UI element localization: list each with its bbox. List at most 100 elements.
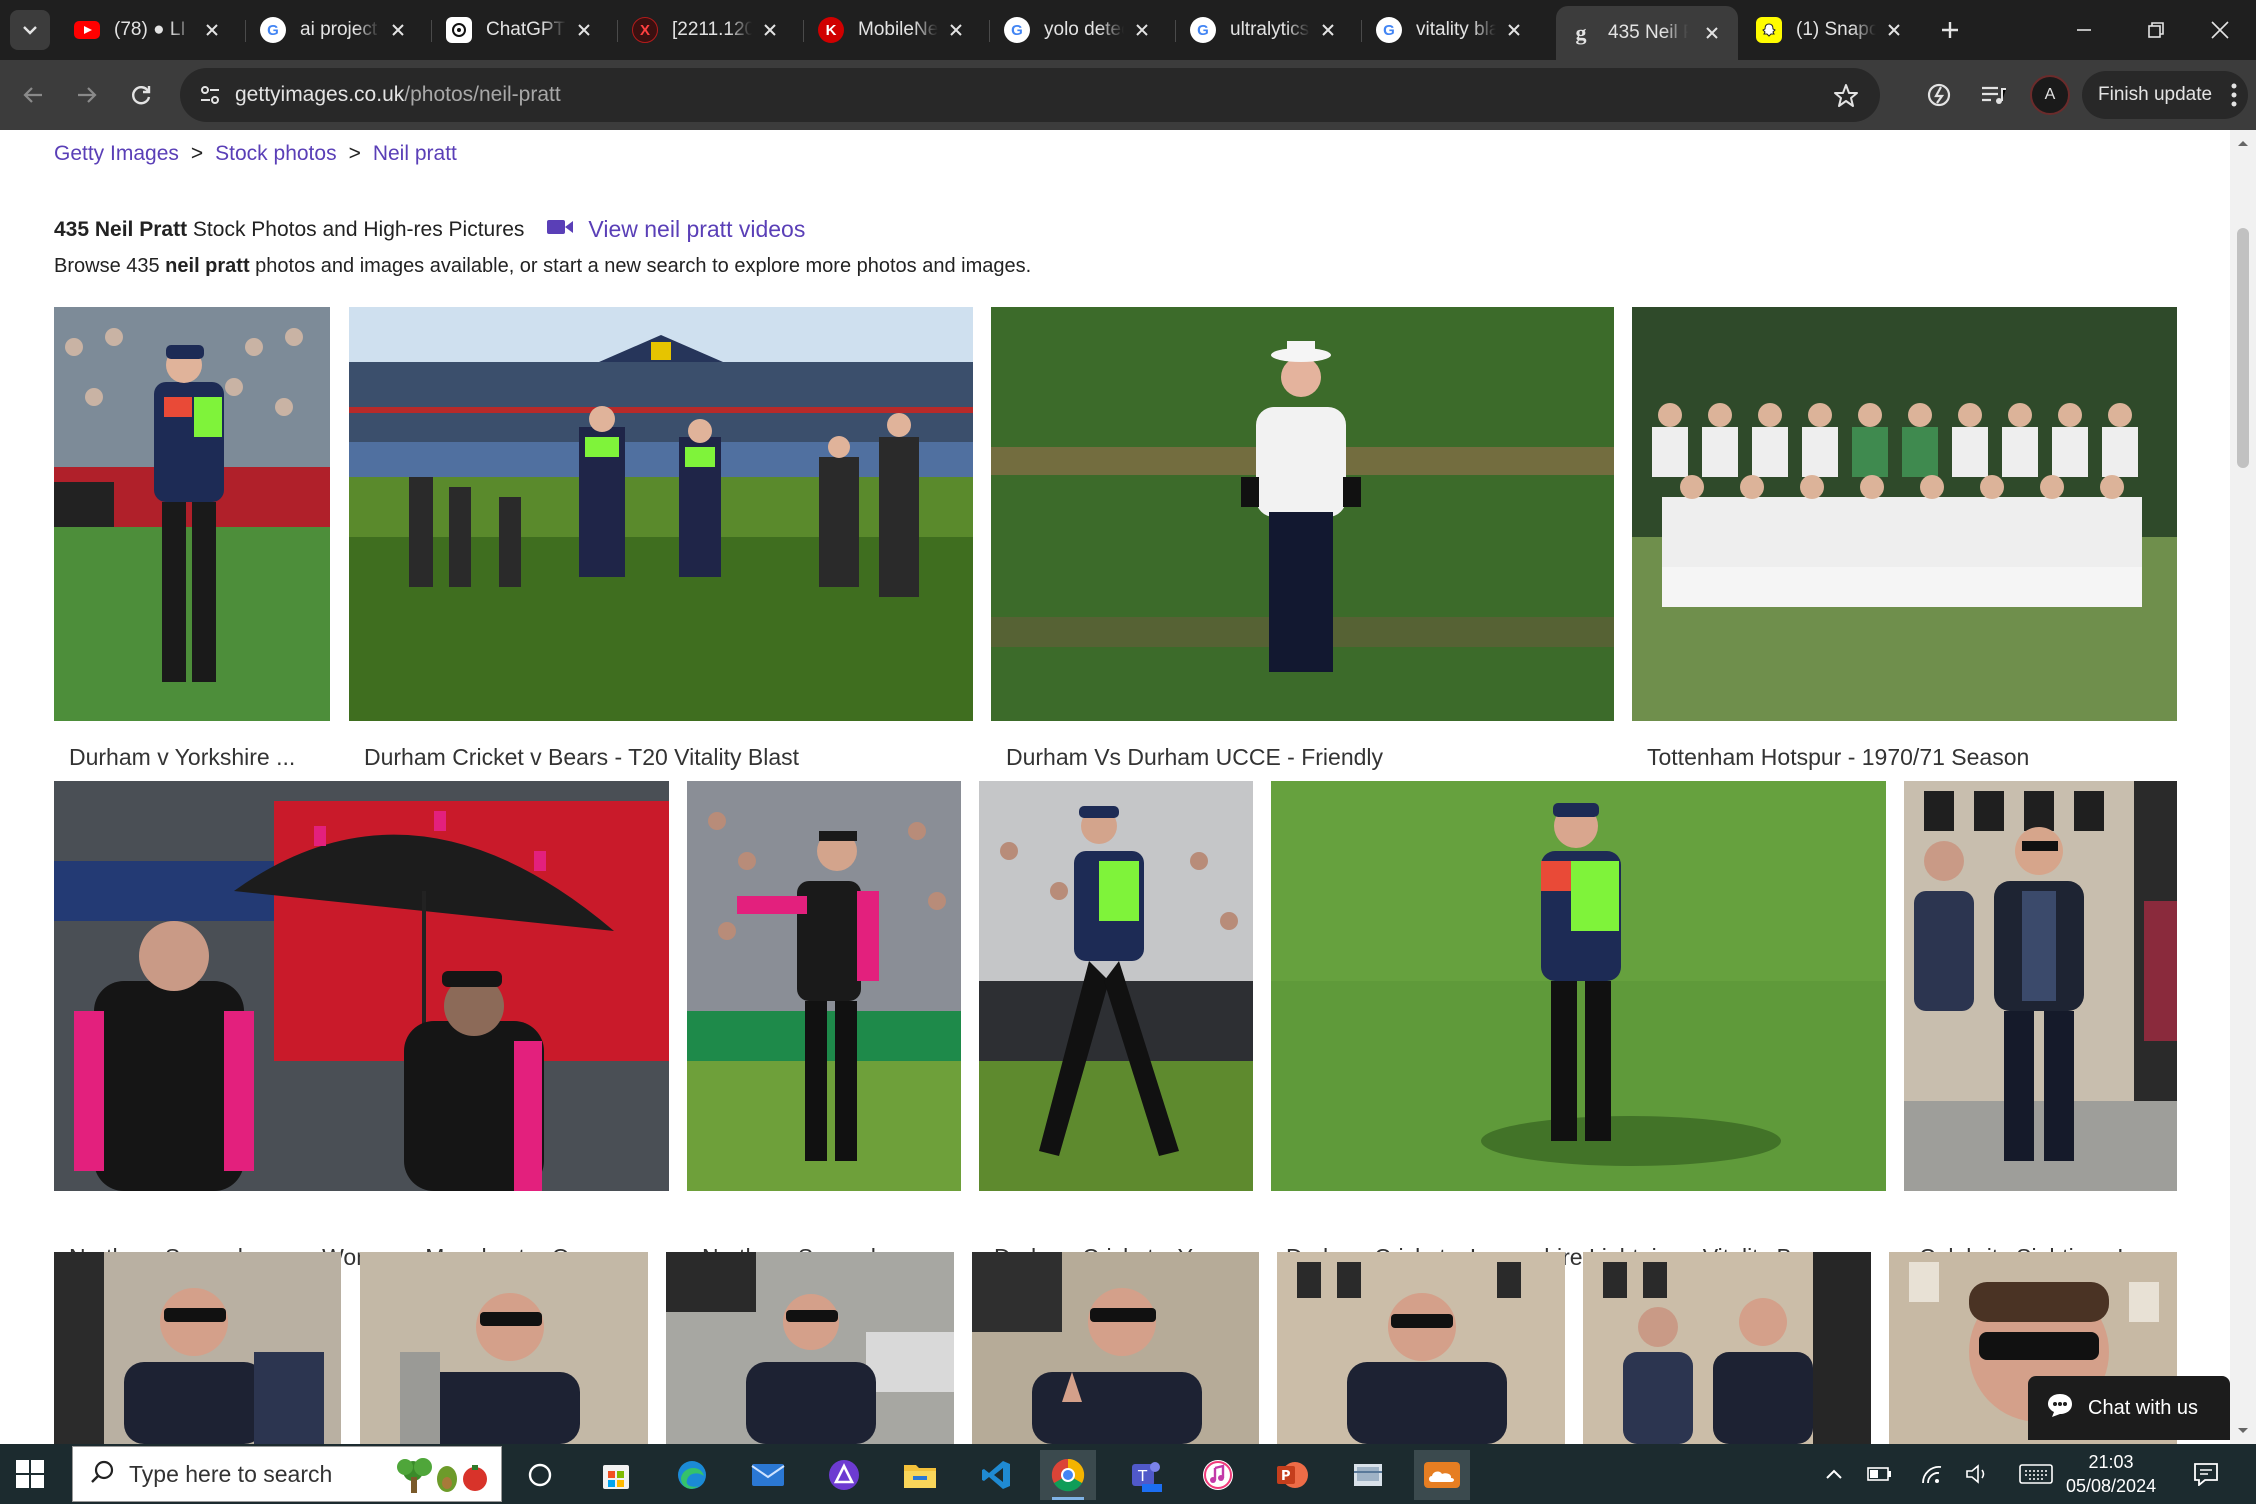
close-icon[interactable]: [1130, 18, 1154, 42]
profile-avatar[interactable]: A: [2030, 75, 2070, 115]
result-card[interactable]: Durham Cricket v Y...: [979, 781, 1253, 1270]
result-image[interactable]: [972, 1252, 1259, 1444]
back-button[interactable]: [12, 74, 54, 116]
media-controls-icon[interactable]: [1974, 76, 2012, 114]
address-bar[interactable]: gettyimages.co.uk/photos/neil-pratt: [180, 68, 1880, 122]
taskbar-chrome[interactable]: [1040, 1450, 1096, 1500]
minimize-button[interactable]: [2048, 0, 2120, 60]
result-card[interactable]: Northern Superchar...: [687, 781, 961, 1270]
chat-with-us-button[interactable]: Chat with us: [2028, 1376, 2230, 1440]
close-icon[interactable]: [386, 18, 410, 42]
volume-icon[interactable]: [1964, 1460, 1992, 1488]
breadcrumb-getty-images[interactable]: Getty Images: [54, 142, 179, 165]
new-tab-button[interactable]: [1932, 12, 1968, 48]
battery-icon[interactable]: [1866, 1460, 1894, 1488]
result-image[interactable]: [1277, 1252, 1565, 1444]
site-info-icon[interactable]: [192, 77, 228, 113]
close-icon[interactable]: [1882, 18, 1906, 42]
tab-mobilenet[interactable]: K MobileNe: [806, 10, 982, 50]
tab-chatgpt[interactable]: ChatGPT: [434, 10, 610, 50]
keyboard-icon[interactable]: [2018, 1460, 2054, 1488]
taskbar-file-explorer[interactable]: [892, 1450, 948, 1500]
tab-gettyimages-active[interactable]: g 435 Neil P: [1556, 6, 1738, 60]
notification-center-icon[interactable]: [2190, 1458, 2222, 1490]
taskbar-powerpoint[interactable]: P: [1264, 1450, 1320, 1500]
taskbar-vscode[interactable]: [968, 1450, 1024, 1500]
tab-search-button[interactable]: [10, 10, 50, 50]
result-caption[interactable]: Durham Vs Durham UCCE - Friendly: [1006, 744, 1383, 771]
result-image[interactable]: [687, 781, 961, 1191]
result-card[interactable]: [1583, 1252, 1871, 1444]
extension-icon[interactable]: [1920, 76, 1958, 114]
forward-button[interactable]: [66, 74, 108, 116]
result-card[interactable]: Durham Vs Durham UCCE - Friendly: [991, 307, 1614, 770]
start-button[interactable]: [14, 1458, 46, 1490]
taskbar-search-box[interactable]: Type here to search: [72, 1446, 502, 1502]
tab-ultralytics[interactable]: G ultralytics: [1178, 10, 1354, 50]
scroll-up-arrow-icon[interactable]: [2236, 136, 2250, 150]
result-card[interactable]: Durham Cricket v Lancashire Lightning - …: [1271, 781, 1886, 1270]
wifi-icon[interactable]: [1918, 1460, 1946, 1488]
taskbar-teams[interactable]: T: [1116, 1450, 1172, 1500]
tab-yolo[interactable]: G yolo detec: [992, 10, 1168, 50]
tab-ai-project[interactable]: G ai project: [248, 10, 424, 50]
breadcrumb-stock-photos[interactable]: Stock photos: [215, 142, 336, 165]
result-image[interactable]: [1271, 781, 1886, 1191]
page-scrollbar[interactable]: [2230, 130, 2256, 1444]
close-icon[interactable]: [200, 18, 224, 42]
taskbar-scanner[interactable]: [1340, 1450, 1396, 1500]
close-window-button[interactable]: [2184, 0, 2256, 60]
reload-button[interactable]: [120, 74, 162, 116]
result-card[interactable]: [666, 1252, 954, 1444]
cortana-button[interactable]: [512, 1450, 568, 1500]
tab-youtube[interactable]: (78) ● LI: [62, 10, 238, 50]
close-icon[interactable]: [1502, 18, 1526, 42]
result-card[interactable]: [972, 1252, 1259, 1444]
result-card[interactable]: Northern Superchargers Women v Mancheste…: [54, 781, 669, 1270]
tray-chevron-up-icon[interactable]: [1820, 1460, 1848, 1488]
taskbar-itunes[interactable]: [1190, 1450, 1246, 1500]
result-card[interactable]: [360, 1252, 648, 1444]
close-icon[interactable]: [944, 18, 968, 42]
close-icon[interactable]: [1700, 21, 1724, 45]
result-image[interactable]: [1904, 781, 2177, 1191]
restore-button[interactable]: [2120, 0, 2192, 60]
result-card[interactable]: Durham Cricket v Bears - T20 Vitality Bl…: [349, 307, 973, 770]
result-caption[interactable]: Tottenham Hotspur - 1970/71 Season: [1647, 744, 2029, 771]
result-image[interactable]: [349, 307, 973, 721]
result-image[interactable]: [666, 1252, 954, 1444]
taskbar-app[interactable]: [816, 1450, 872, 1500]
close-icon[interactable]: [1316, 18, 1340, 42]
taskbar-onedrive[interactable]: [1414, 1450, 1470, 1500]
taskbar-mail[interactable]: [740, 1450, 796, 1500]
tab-vitality[interactable]: G vitality bla: [1364, 10, 1540, 50]
result-card[interactable]: Tottenham Hotspur - 1970/71 Season: [1632, 307, 2177, 770]
taskbar-store[interactable]: [588, 1450, 644, 1500]
result-image[interactable]: [1583, 1252, 1871, 1444]
bookmark-star-icon[interactable]: [1830, 80, 1862, 112]
taskbar-edge[interactable]: [664, 1450, 720, 1500]
close-icon[interactable]: [572, 18, 596, 42]
system-clock[interactable]: 21:03 05/08/2024: [2066, 1450, 2156, 1498]
breadcrumb-neil-pratt[interactable]: Neil pratt: [373, 142, 457, 165]
result-card[interactable]: Celebrity Sightings I...: [1904, 781, 2177, 1270]
tab-snapchat[interactable]: (1) Snapcl: [1744, 10, 1920, 50]
result-image[interactable]: [54, 307, 330, 721]
result-image[interactable]: [1632, 307, 2177, 721]
result-image[interactable]: [54, 781, 669, 1191]
result-caption[interactable]: Durham Cricket v Bears - T20 Vitality Bl…: [364, 744, 799, 771]
result-card[interactable]: [54, 1252, 341, 1444]
result-card[interactable]: [1277, 1252, 1565, 1444]
result-image[interactable]: [360, 1252, 648, 1444]
close-icon[interactable]: [758, 18, 782, 42]
tab-arxiv[interactable]: X [2211.120: [620, 10, 796, 50]
result-caption[interactable]: Durham v Yorkshire ...: [69, 744, 295, 771]
result-image[interactable]: [991, 307, 1614, 721]
result-card[interactable]: Durham v Yorkshire ...: [54, 307, 330, 770]
view-videos-link[interactable]: View neil pratt videos: [546, 216, 805, 243]
scroll-down-arrow-icon[interactable]: [2236, 1424, 2250, 1438]
result-image[interactable]: [979, 781, 1253, 1191]
result-image[interactable]: [54, 1252, 341, 1444]
finish-update-button[interactable]: Finish update: [2082, 71, 2248, 119]
scrollbar-thumb[interactable]: [2237, 228, 2249, 468]
